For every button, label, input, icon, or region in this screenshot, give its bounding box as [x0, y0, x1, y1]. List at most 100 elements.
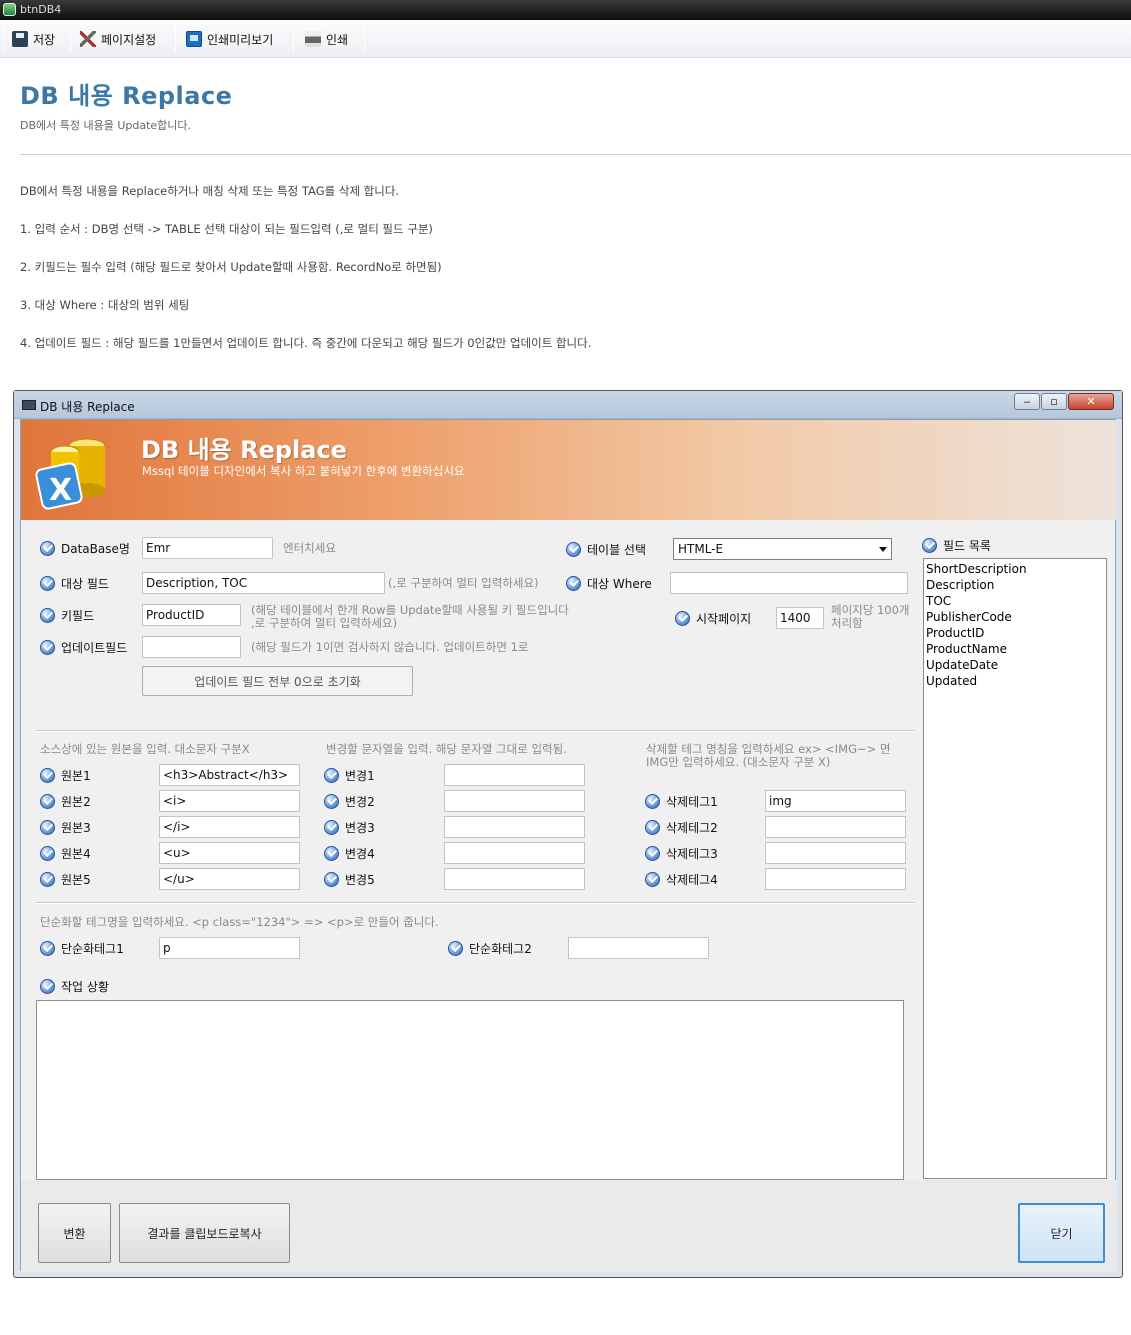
update-field-label: 업데이트필드: [40, 639, 127, 656]
key-field-label-text: 키필드: [61, 609, 95, 623]
check-icon: [324, 794, 339, 809]
list-item[interactable]: ProductID: [926, 625, 1104, 641]
description-line: 4. 업데이트 필드 : 해당 필드를 1만들면서 업데이트 합니다. 즉 중간…: [20, 336, 592, 350]
update-field-input[interactable]: [142, 636, 241, 658]
target-where-input[interactable]: [670, 572, 908, 594]
table-select-value: HTML-E: [678, 542, 724, 556]
start-page-label-text: 시작페이지: [696, 612, 752, 626]
table-select-label: 테이블 선택: [566, 541, 646, 558]
simplify-tag-label: 단순화테그1: [40, 940, 124, 957]
delete-tag-input[interactable]: img: [765, 790, 906, 812]
original-input[interactable]: </u>: [159, 868, 300, 890]
section-divider: [36, 902, 914, 904]
page-setup-label: 페이지설정: [101, 32, 157, 47]
page-setup-button[interactable]: 페이지설정: [80, 28, 156, 50]
minimize-button[interactable]: ‒: [1014, 393, 1040, 410]
simplify-tag-input[interactable]: p: [159, 937, 300, 959]
delete-tag-input[interactable]: [765, 816, 906, 838]
table-select[interactable]: HTML-E: [673, 538, 892, 560]
target-field-input[interactable]: Description, TOC: [142, 572, 385, 594]
field-list-label: 필드 목록: [922, 537, 991, 554]
window-body: X DB 내용 Replace Mssql 테이블 디자인에서 복사 하고 붙혀…: [20, 419, 1117, 1272]
printer-icon: [305, 31, 321, 47]
list-item[interactable]: ProductName: [926, 641, 1104, 657]
original-label: 원본3: [40, 819, 91, 836]
window-close-button[interactable]: ✕: [1068, 393, 1114, 410]
simplify-tag-label-text: 단순화테그1: [61, 942, 124, 956]
banner: X DB 내용 Replace Mssql 테이블 디자인에서 복사 하고 붙혀…: [21, 420, 1117, 520]
original-label: 원본5: [40, 871, 91, 888]
key-field-hint: (해당 테이블에서 한개 Row를 Update할때 사용될 키 필드입니다 ,…: [251, 604, 569, 630]
change-label-text: 변경4: [345, 847, 375, 861]
original-input[interactable]: <u>: [159, 842, 300, 864]
original-label: 원본4: [40, 845, 91, 862]
database-input[interactable]: Emr: [142, 537, 273, 559]
db-replace-window: DB 내용 Replace ‒ ▫ ✕ X DB 내용 Replace Mssq…: [13, 390, 1123, 1278]
check-icon: [645, 820, 660, 835]
change-label: 변경1: [324, 767, 375, 784]
change-input[interactable]: [444, 764, 585, 786]
update-field-hint: (해당 필드가 1이면 검사하지 않습니다. 업데이트하면 1로: [251, 640, 529, 654]
list-item[interactable]: UpdateDate: [926, 657, 1104, 673]
check-icon: [40, 872, 55, 887]
change-input[interactable]: [444, 868, 585, 890]
list-item[interactable]: Updated: [926, 673, 1104, 689]
delete-tag-label: 삭제테그3: [645, 845, 718, 862]
original-hint: 소스상에 있는 원본을 입력. 대소문자 구분X: [40, 742, 250, 756]
reset-update-field-button[interactable]: 업데이트 필드 전부 0으로 초기화: [142, 666, 413, 696]
change-input[interactable]: [444, 790, 585, 812]
close-button[interactable]: 닫기: [1018, 1203, 1105, 1263]
original-input[interactable]: <i>: [159, 790, 300, 812]
delete-tag-hint-line2: IMG만 입력하세요. (대소문자 구분 X): [646, 755, 831, 769]
delete-tag-input[interactable]: [765, 842, 906, 864]
save-button[interactable]: 저장: [12, 28, 55, 50]
check-icon: [675, 611, 690, 626]
change-input[interactable]: [444, 816, 585, 838]
maximize-button[interactable]: ▫: [1041, 393, 1067, 410]
original-input[interactable]: </i>: [159, 816, 300, 838]
list-item[interactable]: ShortDescription: [926, 561, 1104, 577]
description-line: DB에서 특정 내용을 Replace하거나 매칭 삭제 또는 특정 TAG를 …: [20, 184, 400, 198]
page-subtitle: DB에서 특정 내용을 Update합니다.: [20, 119, 192, 132]
status-log[interactable]: [36, 1000, 904, 1180]
convert-button[interactable]: 변환: [38, 1203, 111, 1263]
print-label: 인쇄: [326, 32, 349, 47]
list-item[interactable]: Description: [926, 577, 1104, 593]
delete-tag-label: 삭제테그4: [645, 871, 718, 888]
chevron-down-icon: [879, 547, 887, 552]
change-label-text: 변경1: [345, 769, 375, 783]
start-page-input[interactable]: 1400: [776, 607, 824, 629]
button-bar: 변환 결과를 클립보드로복사 닫기: [21, 1180, 1117, 1272]
change-label-text: 변경5: [345, 873, 375, 887]
status-label: 작업 상황: [40, 978, 109, 995]
update-field-label-text: 업데이트필드: [61, 641, 128, 655]
target-field-label: 대상 필드: [40, 575, 109, 592]
target-where-label: 대상 Where: [566, 575, 652, 592]
delete-tag-hint: 삭제할 테그 명칭을 입력하세요 ex> <IMG~> 면 IMG만 입력하세요…: [646, 743, 891, 769]
check-icon: [40, 820, 55, 835]
original-label: 원본1: [40, 767, 91, 784]
change-input[interactable]: [444, 842, 585, 864]
database-label-text: DataBase명: [61, 542, 130, 556]
description-line: 1. 입력 순서 : DB명 선택 -> TABLE 선택 대상이 되는 필드입…: [20, 222, 433, 236]
list-item[interactable]: PublisherCode: [926, 609, 1104, 625]
field-list[interactable]: ShortDescription Description TOC Publish…: [923, 558, 1107, 1179]
check-icon: [922, 538, 937, 553]
list-item[interactable]: TOC: [926, 593, 1104, 609]
window-icon: [22, 400, 36, 410]
copy-to-clipboard-button[interactable]: 결과를 클립보드로복사: [119, 1203, 290, 1263]
save-label: 저장: [33, 32, 56, 47]
delete-tag-input[interactable]: [765, 868, 906, 890]
change-hint: 변경할 문자열을 입력. 해당 문자열 그대로 입력됨.: [326, 742, 567, 756]
simplify-tag-input[interactable]: [568, 937, 709, 959]
window-title-bar[interactable]: DB 내용 Replace ‒ ▫ ✕: [14, 391, 1122, 419]
original-input[interactable]: <h3>Abstract</h3>: [159, 764, 300, 786]
check-icon: [645, 872, 660, 887]
print-button[interactable]: 인쇄: [305, 28, 348, 50]
key-field-input[interactable]: ProductID: [142, 604, 241, 626]
print-preview-button[interactable]: 인쇄미리보기: [186, 28, 273, 50]
banner-title: DB 내용 Replace: [141, 436, 347, 464]
app-title: btnDB4: [20, 3, 62, 16]
check-icon: [645, 794, 660, 809]
print-preview-label: 인쇄미리보기: [207, 32, 274, 47]
